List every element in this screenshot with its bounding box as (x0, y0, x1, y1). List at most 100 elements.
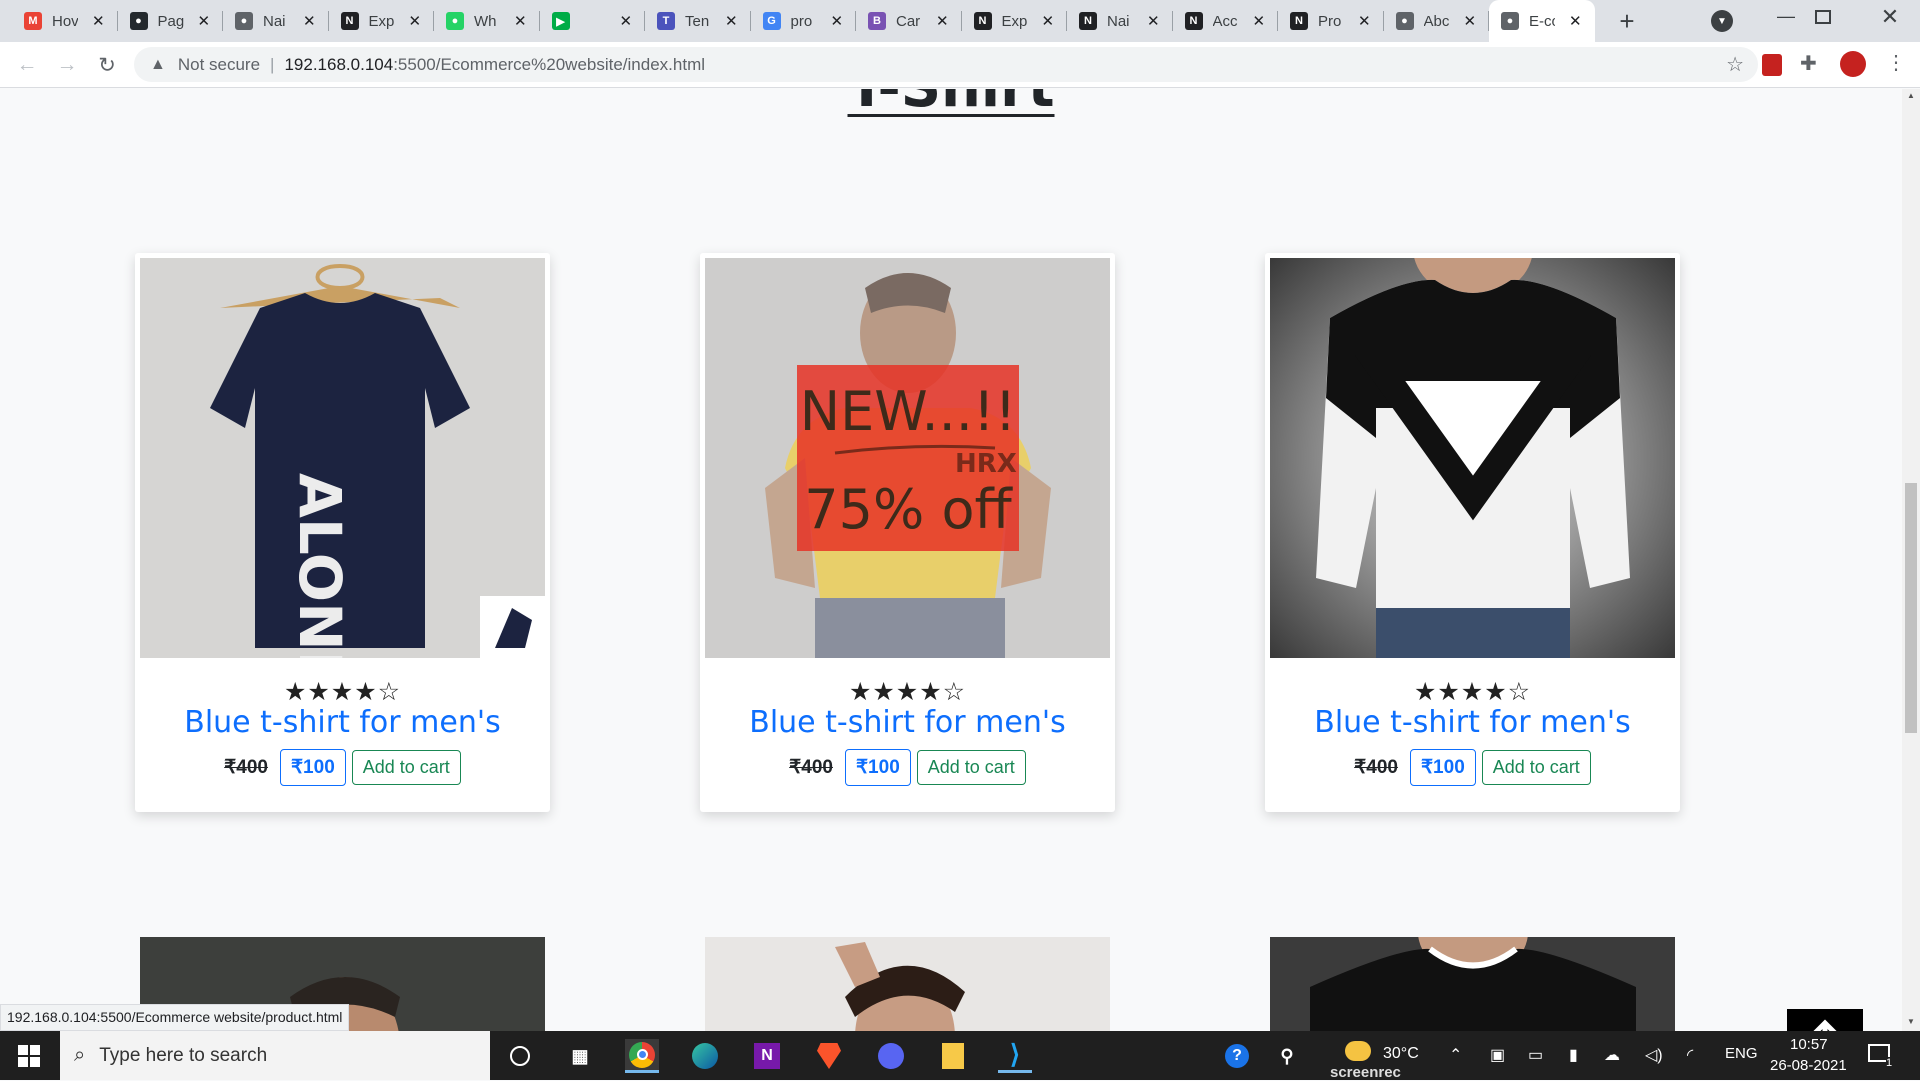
people-icon[interactable]: ⚲ (1270, 1039, 1304, 1073)
product-card[interactable]: ★★★★☆ Blue t-shirt for men's ₹400 ₹100 A… (1265, 253, 1680, 812)
cortana-icon[interactable] (503, 1039, 537, 1073)
badge-brand-text: HRX (955, 449, 1017, 479)
chrome-icon[interactable] (625, 1039, 659, 1073)
browser-tab[interactable]: T Ten ✕ (645, 0, 751, 42)
github-icon: ● (129, 12, 148, 30)
add-to-cart-button[interactable]: Add to cart (1481, 750, 1591, 785)
add-to-cart-button[interactable]: Add to cart (916, 750, 1026, 785)
scroll-up-arrow-icon[interactable]: ▲ (1907, 91, 1915, 100)
weather-icon[interactable] (1345, 1041, 1371, 1061)
browser-tab[interactable]: ▶ ✕ (540, 0, 645, 42)
tab-close-icon[interactable]: ✕ (409, 12, 422, 30)
start-windows-icon[interactable] (18, 1045, 40, 1067)
battery-icon[interactable]: ▭ (1528, 1045, 1543, 1065)
browser-tab[interactable]: ● Wh ✕ (434, 0, 540, 42)
file-explorer-icon[interactable] (936, 1039, 970, 1073)
tab-close-icon[interactable]: ✕ (725, 12, 738, 30)
language-indicator[interactable]: ENG (1725, 1045, 1758, 1062)
clock-date[interactable]: 26-08-2021 (1770, 1057, 1847, 1074)
chevron-up-icon[interactable]: ⌃ (1449, 1045, 1462, 1065)
tab-label: Nai (263, 12, 286, 30)
tab-search-icon[interactable]: ▼ (1711, 10, 1733, 32)
brave-icon[interactable] (812, 1039, 846, 1073)
scroll-down-arrow-icon[interactable]: ▼ (1907, 1017, 1915, 1026)
gmail-icon: M (24, 12, 42, 30)
tab-close-icon[interactable]: ✕ (831, 12, 844, 30)
nptel-icon: N (340, 12, 359, 30)
new-tab-button[interactable]: + (1612, 6, 1642, 36)
maximize-button[interactable] (1815, 10, 1831, 24)
price-button[interactable]: ₹100 (1409, 749, 1476, 786)
browser-tab[interactable]: B Car ✕ (856, 0, 962, 42)
tab-close-icon[interactable]: ✕ (1569, 12, 1582, 30)
meet-now-icon[interactable]: ▣ (1490, 1045, 1505, 1065)
rating-stars: ★★★★☆ (1413, 678, 1532, 706)
browser-tab[interactable]: N Acc ✕ (1173, 0, 1278, 42)
price-row: ₹400 ₹100 Add to cart (135, 749, 550, 786)
tab-close-icon[interactable]: ✕ (1042, 12, 1055, 30)
discord-icon[interactable] (874, 1039, 908, 1073)
browser-tab[interactable]: ● Nai ✕ (223, 0, 329, 42)
microphone-icon[interactable]: ▮ (1569, 1045, 1578, 1065)
browser-tab[interactable]: N Exp ✕ (329, 0, 434, 42)
task-view-icon[interactable]: ▦ (563, 1039, 597, 1073)
browser-tab[interactable]: N Exp ✕ (962, 0, 1067, 42)
product-image-partial[interactable] (1270, 937, 1675, 1031)
browser-tab[interactable]: ● E-co ✕ (1489, 0, 1595, 42)
tab-close-icon[interactable]: ✕ (514, 12, 527, 30)
wifi-icon[interactable]: ◜ (1687, 1045, 1693, 1065)
tab-close-icon[interactable]: ✕ (1147, 12, 1160, 30)
forward-button[interactable]: → (52, 50, 82, 80)
reload-button[interactable]: ↻ (92, 50, 122, 80)
edge-icon[interactable] (688, 1039, 722, 1073)
onedrive-cloud-icon[interactable]: ☁ (1604, 1045, 1620, 1065)
browser-tab[interactable]: ● Pag ✕ (118, 0, 223, 42)
url-field[interactable]: ▲ Not secure | 192.168.0.104:5500/Ecomme… (134, 47, 1758, 82)
price-button[interactable]: ₹100 (844, 749, 911, 786)
browser-tab[interactable]: Gpro ✕ (751, 0, 856, 42)
taskbar-search-field[interactable]: ⌕ Type here to search (60, 1031, 490, 1080)
product-image-navy-tshirt[interactable]: ALONE (140, 258, 545, 658)
tab-close-icon[interactable]: ✕ (620, 12, 633, 30)
back-button[interactable]: ← (12, 50, 42, 80)
product-image-v-tshirt[interactable] (1270, 258, 1675, 658)
browser-tab[interactable]: M Hov ✕ (12, 0, 118, 42)
tab-close-icon[interactable]: ✕ (198, 12, 211, 30)
price-button[interactable]: ₹100 (279, 749, 346, 786)
close-window-button[interactable]: ✕ (1870, 4, 1910, 34)
onenote-icon[interactable]: N (750, 1039, 784, 1073)
tab-close-icon[interactable]: ✕ (1358, 12, 1371, 30)
clock-time[interactable]: 10:57 (1790, 1036, 1828, 1053)
product-image-partial[interactable] (705, 937, 1110, 1031)
minimize-button[interactable]: — (1766, 6, 1806, 36)
pdf-extension-icon[interactable] (1762, 54, 1782, 76)
tab-close-icon[interactable]: ✕ (1253, 12, 1266, 30)
browser-menu-icon[interactable]: ⋮ (1886, 50, 1906, 75)
product-image-yellow-tshirt[interactable]: NEW...!! HRX 75% off (705, 258, 1110, 658)
browser-tab[interactable]: N Nai ✕ (1067, 0, 1173, 42)
tab-close-icon[interactable]: ✕ (92, 12, 105, 30)
tab-close-icon[interactable]: ✕ (1464, 12, 1477, 30)
product-card[interactable]: ALONE ★★★★☆ Blue t-shirt for men's ₹400 … (135, 253, 550, 812)
tab-close-icon[interactable]: ✕ (303, 12, 316, 30)
product-card[interactable]: NEW...!! HRX 75% off ★★★★☆ Blue t-shirt … (700, 253, 1115, 812)
weather-temperature[interactable]: 30°C (1383, 1045, 1419, 1063)
product-title[interactable]: Blue t-shirt for men's (700, 705, 1115, 740)
avatar[interactable] (1840, 51, 1866, 77)
scrollbar-thumb[interactable] (1905, 483, 1917, 733)
vscode-icon[interactable]: ⟩ (998, 1039, 1032, 1073)
add-to-cart-button[interactable]: Add to cart (351, 750, 461, 785)
page-scrollbar[interactable]: ▲ ▼ (1902, 89, 1920, 1031)
extensions-icon[interactable]: ✚ (1800, 51, 1817, 76)
browser-tab[interactable]: N Pro ✕ (1278, 0, 1384, 42)
product-title[interactable]: Blue t-shirt for men's (135, 705, 550, 740)
tab-close-icon[interactable]: ✕ (936, 12, 949, 30)
volume-icon[interactable]: ◁) (1645, 1045, 1663, 1065)
product-title[interactable]: Blue t-shirt for men's (1265, 705, 1680, 740)
tab-label: Nai (1107, 12, 1130, 30)
scroll-to-top-button[interactable] (1787, 1009, 1863, 1031)
help-icon[interactable]: ? (1220, 1039, 1254, 1073)
browser-tab[interactable]: ● Abc ✕ (1384, 0, 1489, 42)
bookmark-star-icon[interactable]: ☆ (1726, 52, 1744, 77)
notification-count: 1 (1886, 1057, 1893, 1069)
